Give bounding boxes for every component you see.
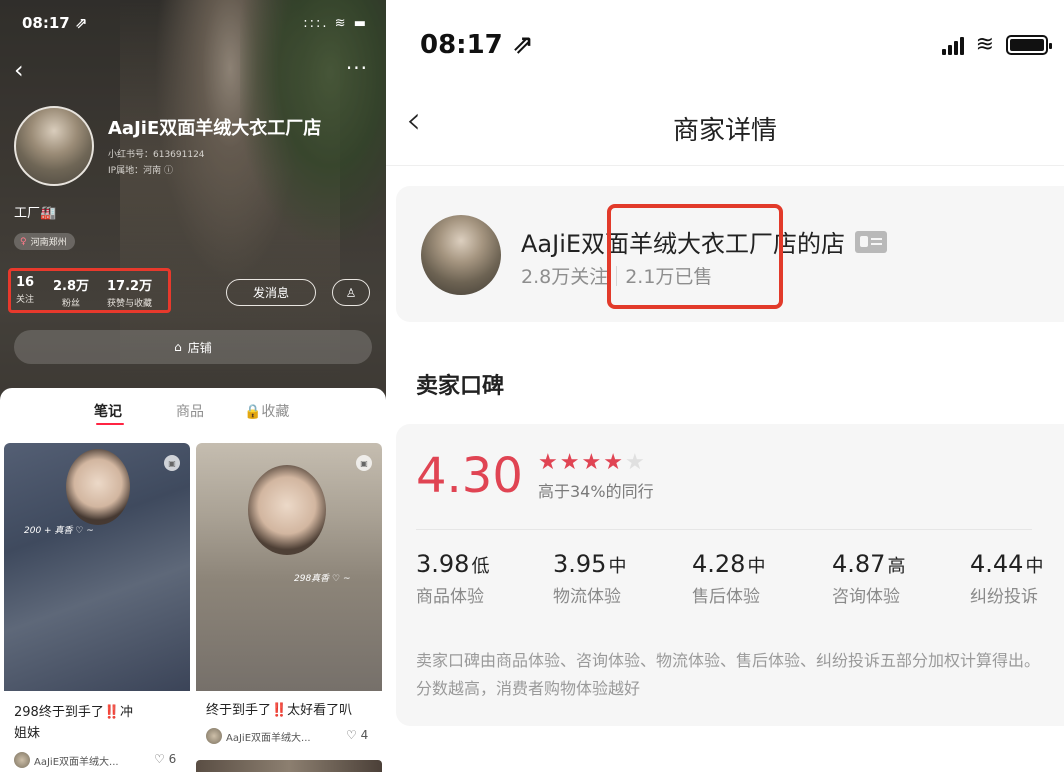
status-bar-icons: :::. ≋ ▬	[303, 16, 368, 31]
metric-value: 4.28	[692, 550, 746, 578]
overall-score: 4.30	[416, 448, 523, 504]
stat-following[interactable]: 16 关注	[16, 275, 34, 305]
star-icon: ★	[538, 450, 558, 475]
stat-label: 获赞与收藏	[107, 299, 153, 309]
follow-icon[interactable]: ♙	[332, 279, 370, 306]
note-card-author[interactable]: AaJiE双面羊绒大...	[206, 728, 311, 744]
section-title: 卖家口碑	[416, 374, 505, 399]
stat-label: 关注	[16, 295, 35, 305]
redbook-id: 小红书号：613691124	[108, 150, 205, 160]
photo-figure	[66, 449, 130, 525]
ip-location: IP属地：河南 ⓘ	[108, 166, 173, 176]
note-card-image[interactable]: 200 + 真香 ♡ ~ ▣	[4, 443, 190, 691]
metric-disputes: 4.44 中 纠纷投诉	[970, 550, 1043, 607]
metric-level: 中	[608, 556, 627, 577]
stat-label: 粉丝	[62, 299, 81, 309]
more-icon[interactable]: ···	[346, 56, 368, 80]
metric-logistics: 3.95 中 物流体验	[553, 550, 626, 607]
note-card-author[interactable]: AaJiE双面羊绒大...	[14, 752, 119, 768]
photo-figure	[248, 465, 326, 555]
metric-value: 3.98	[416, 550, 470, 578]
metric-name: 纠纷投诉	[970, 587, 1038, 607]
note-card-title[interactable]: 298终于到手了‼️冲 姐妹	[14, 702, 184, 744]
location-pill: ♀ 河南郑州	[14, 233, 75, 250]
metric-value: 4.44	[970, 550, 1024, 578]
star-rating: ★ ★ ★ ★ ★	[538, 452, 645, 474]
shop-icon: ⌂	[174, 340, 182, 354]
wifi-icon: ≋	[975, 32, 994, 57]
signal-icon	[941, 35, 964, 55]
star-icon: ★	[624, 450, 645, 475]
status-bar-icons: ≋	[941, 32, 1052, 57]
battery-icon	[1006, 34, 1052, 55]
stat-value: 17.2万	[107, 279, 153, 294]
like-count[interactable]: ♡ 6	[154, 752, 176, 766]
back-icon[interactable]: ‹	[14, 56, 24, 84]
metric-name: 售后体验	[692, 587, 760, 607]
star-icon: ★	[581, 450, 602, 475]
stat-value: 2.8万	[53, 279, 90, 294]
note-card-image-next[interactable]	[196, 760, 382, 772]
merchant-followers: 2.8万关注	[521, 266, 609, 288]
avatar[interactable]	[14, 106, 94, 186]
stat-value: 16	[16, 275, 35, 290]
profile-tabs: 笔记 商品 🔒收藏	[0, 401, 386, 431]
page-title: 商家详情	[672, 116, 777, 146]
metric-name: 商品体验	[416, 587, 484, 607]
save-icon[interactable]: ▣	[356, 455, 372, 471]
tab-notes[interactable]: 笔记	[94, 401, 122, 421]
shop-button-label: 店铺	[187, 340, 212, 355]
shop-button[interactable]: ⌂ 店铺	[14, 330, 372, 364]
image-caption: 298真香 ♡ ~	[294, 574, 351, 584]
metric-level: 低	[471, 556, 490, 577]
metric-name: 咨询体验	[832, 587, 900, 607]
star-icon: ★	[559, 450, 580, 475]
merchant-avatar[interactable]	[421, 215, 501, 295]
location-text: 河南郑州	[30, 238, 67, 248]
rating-explanation: 卖家口碑由商品体验、咨询体验、物流体验、售后体验、纠纷投诉五部分加权计算得出。分…	[416, 651, 1041, 698]
metric-product: 3.98 低 商品体验	[416, 550, 489, 607]
note-title-line: 298终于到手了‼️冲	[14, 705, 133, 720]
author-name: AaJiE双面羊绒大...	[226, 732, 311, 744]
metric-level: 高	[887, 556, 906, 577]
active-tab-indicator	[96, 423, 124, 425]
tab-favorites[interactable]: 🔒收藏	[244, 401, 289, 421]
peer-comparison: 高于34%的同行	[538, 482, 654, 501]
note-title-line: 终于到手了‼️太好看了叭	[206, 703, 353, 718]
note-title-line: 姐妹	[14, 726, 41, 741]
profile-screenshot-panel: 08:17 ⇗ :::. ≋ ▬ ‹ ··· AaJiE双面羊绒大衣工厂店 小红…	[0, 0, 386, 772]
stat-fans[interactable]: 2.8万 粉丝	[53, 275, 89, 309]
location-pin-icon: ♀	[20, 236, 27, 247]
metric-value: 4.87	[832, 550, 886, 578]
header-divider	[386, 165, 1064, 166]
image-caption: 200 + 真香 ♡ ~	[24, 526, 94, 536]
note-card-image[interactable]: 298真香 ♡ ~ ▣	[196, 443, 382, 691]
metric-level: 中	[1025, 556, 1044, 577]
stat-likes-saves[interactable]: 17.2万 获赞与收藏	[107, 275, 152, 309]
note-card-title[interactable]: 终于到手了‼️太好看了叭	[206, 700, 382, 721]
star-icon: ★	[603, 450, 623, 475]
like-count[interactable]: ♡ 4	[346, 728, 368, 742]
tab-products[interactable]: 商品	[176, 401, 204, 421]
author-avatar	[206, 728, 222, 744]
status-bar-time: 08:17 ⇗	[420, 30, 534, 60]
metric-name: 物流体验	[553, 587, 621, 607]
id-card-icon[interactable]	[855, 230, 888, 253]
author-name: AaJiE双面羊绒大...	[34, 756, 119, 768]
rating-divider	[416, 529, 1032, 530]
profile-name: AaJiE双面羊绒大衣工厂店	[108, 118, 322, 139]
save-icon[interactable]: ▣	[164, 455, 180, 471]
sold-highlight-box	[607, 204, 783, 309]
author-avatar	[14, 752, 30, 768]
metric-value: 3.95	[553, 550, 607, 578]
status-bar-time: 08:17 ⇗	[22, 14, 88, 32]
merchant-detail-panel: 08:17 ⇗ ≋ ‹ 商家详情 AaJiE双面羊绒大衣工厂店的店 2.8万关注…	[386, 0, 1064, 772]
metric-aftersales: 4.28 中 售后体验	[692, 550, 765, 607]
metric-consultation: 4.87 高 咨询体验	[832, 550, 905, 607]
profile-tag-factory: 工厂🏭	[14, 206, 57, 221]
metric-level: 中	[747, 556, 766, 577]
send-message-button[interactable]: 发消息	[226, 279, 316, 306]
